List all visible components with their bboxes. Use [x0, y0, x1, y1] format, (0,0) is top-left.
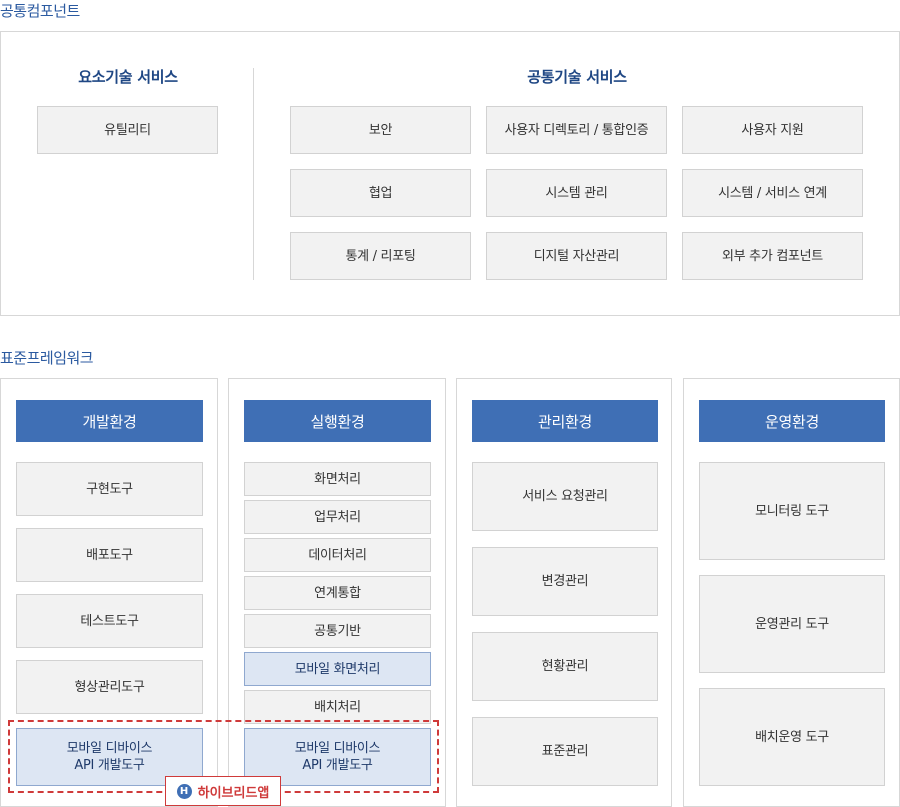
- mgmt-item-service-request[interactable]: 서비스 요청관리: [472, 462, 658, 531]
- dev-env-header: 개발환경: [16, 400, 203, 442]
- common-item-system-mgmt[interactable]: 시스템 관리: [486, 169, 667, 217]
- ops-item-batch-ops[interactable]: 배치운영 도구: [699, 688, 885, 786]
- common-item-statistics-reporting[interactable]: 통계 / 리포팅: [290, 232, 471, 280]
- hybrid-app-label: 하이브리드앱: [197, 785, 270, 801]
- dev-item-test-tool[interactable]: 테스트도구: [16, 594, 203, 648]
- element-item-utility[interactable]: 유틸리티: [37, 106, 218, 154]
- mgmt-env-header: 관리환경: [472, 400, 658, 442]
- common-item-security[interactable]: 보안: [290, 106, 471, 154]
- divider: [253, 68, 254, 280]
- mgmt-item-status[interactable]: 현황관리: [472, 632, 658, 701]
- ops-env-panel: 운영환경 모니터링 도구 운영관리 도구 배치운영 도구: [683, 378, 900, 807]
- common-component-panel: 요소기술 서비스 유틸리티 공통기술 서비스 보안 사용자 디렉토리 / 통합인…: [0, 31, 900, 316]
- dev-item-deploy-tool[interactable]: 배포도구: [16, 528, 203, 582]
- ops-item-monitoring[interactable]: 모니터링 도구: [699, 462, 885, 560]
- framework-title: 표준프레임워크: [0, 349, 94, 367]
- common-item-digital-asset[interactable]: 디지털 자산관리: [486, 232, 667, 280]
- element-tech-title: 요소기술 서비스: [78, 68, 178, 86]
- common-item-user-directory[interactable]: 사용자 디렉토리 / 통합인증: [486, 106, 667, 154]
- run-item-business[interactable]: 업무처리: [244, 500, 431, 534]
- common-component-title: 공통컴포넌트: [0, 2, 80, 20]
- dev-item-impl-tool[interactable]: 구현도구: [16, 462, 203, 516]
- ops-env-header: 운영환경: [699, 400, 885, 442]
- dev-item-config-tool[interactable]: 형상관리도구: [16, 660, 203, 714]
- run-item-common-base[interactable]: 공통기반: [244, 614, 431, 648]
- common-item-external-component[interactable]: 외부 추가 컴포넌트: [682, 232, 863, 280]
- common-item-collaboration[interactable]: 협업: [290, 169, 471, 217]
- run-item-data[interactable]: 데이터처리: [244, 538, 431, 572]
- mgmt-item-change[interactable]: 변경관리: [472, 547, 658, 616]
- hybrid-app-badge[interactable]: H 하이브리드앱: [165, 776, 281, 806]
- mgmt-item-standard[interactable]: 표준관리: [472, 717, 658, 786]
- common-item-user-support[interactable]: 사용자 지원: [682, 106, 863, 154]
- run-item-ui[interactable]: 화면처리: [244, 462, 431, 496]
- hybrid-h-icon: H: [176, 783, 192, 799]
- run-env-header: 실행환경: [244, 400, 431, 442]
- mgmt-env-panel: 관리환경 서비스 요청관리 변경관리 현황관리 표준관리: [456, 378, 672, 807]
- run-item-batch[interactable]: 배치처리: [244, 690, 431, 724]
- ops-item-ops-mgmt[interactable]: 운영관리 도구: [699, 575, 885, 673]
- run-item-mobile-ui[interactable]: 모바일 화면처리: [244, 652, 431, 686]
- common-item-system-service-link[interactable]: 시스템 / 서비스 연계: [682, 169, 863, 217]
- run-item-integration[interactable]: 연계통합: [244, 576, 431, 610]
- common-tech-title: 공통기술 서비스: [527, 68, 627, 86]
